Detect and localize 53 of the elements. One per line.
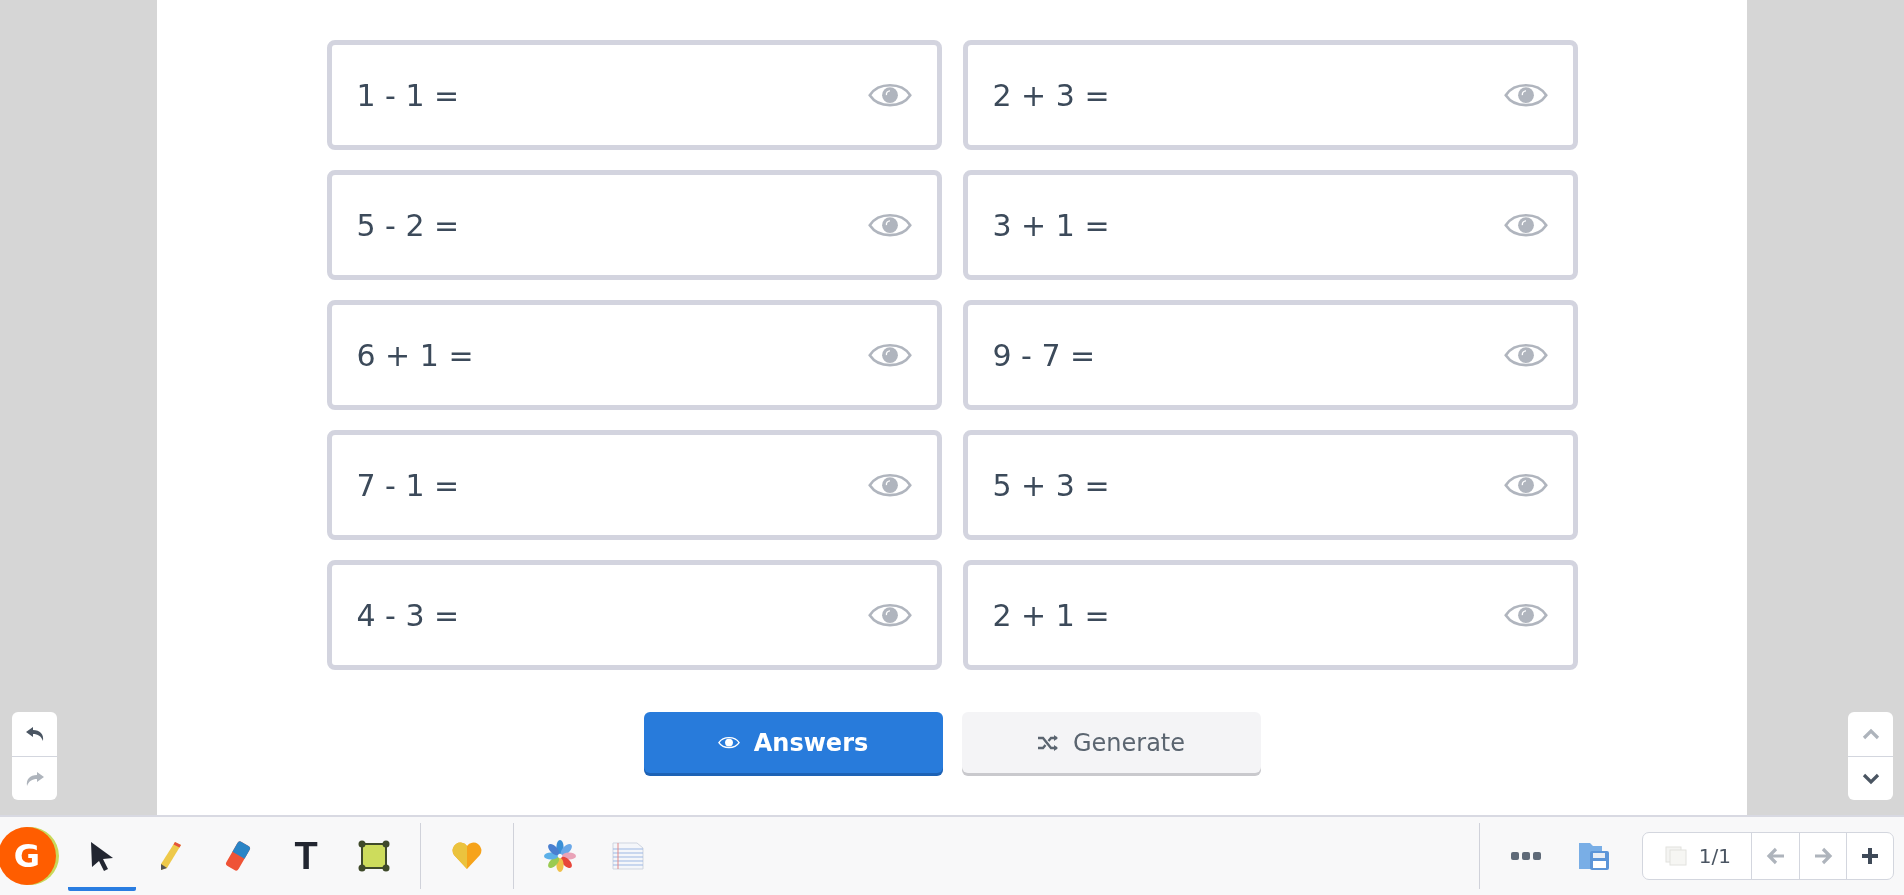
problem-text: 3 + 1 = bbox=[992, 207, 1110, 243]
pages-icon bbox=[1664, 846, 1687, 866]
more-icon bbox=[1510, 852, 1541, 860]
heart-icon bbox=[451, 842, 483, 870]
show-answer-button[interactable] bbox=[1503, 211, 1548, 239]
show-answer-button[interactable] bbox=[1503, 81, 1548, 109]
show-answer-button[interactable] bbox=[1503, 601, 1548, 629]
problem-text: 5 + 3 = bbox=[992, 467, 1110, 503]
problem-text: 2 + 1 = bbox=[992, 597, 1110, 633]
cursor-arrow-icon bbox=[89, 840, 115, 872]
show-answer-button[interactable] bbox=[1503, 341, 1548, 369]
eye-icon bbox=[717, 735, 740, 750]
problem-text: 7 - 1 = bbox=[356, 467, 460, 503]
chevron-down-icon bbox=[1861, 772, 1880, 785]
show-answer-button[interactable] bbox=[1503, 471, 1548, 499]
show-answer-button[interactable] bbox=[867, 341, 912, 369]
page-counter: 1/1 bbox=[1698, 844, 1731, 868]
eye-icon bbox=[867, 341, 912, 369]
show-answer-button[interactable] bbox=[867, 471, 912, 499]
show-answer-button[interactable] bbox=[867, 81, 912, 109]
flower-icon bbox=[544, 840, 576, 872]
eye-icon bbox=[1503, 471, 1548, 499]
arrow-left-icon bbox=[1765, 847, 1786, 865]
problem-text: 9 - 7 = bbox=[992, 337, 1096, 373]
problem-text: 1 - 1 = bbox=[356, 77, 460, 113]
arrow-right-icon bbox=[1813, 847, 1833, 865]
text-tool-label: T bbox=[294, 834, 318, 878]
shape-icon bbox=[358, 840, 390, 872]
eye-icon bbox=[1503, 81, 1548, 109]
problem-text: 4 - 3 = bbox=[356, 597, 460, 633]
notebook-icon bbox=[612, 842, 644, 870]
plus-icon bbox=[1861, 847, 1879, 865]
eye-icon bbox=[867, 601, 912, 629]
eye-icon bbox=[1503, 211, 1548, 239]
generate-button[interactable]: Generate bbox=[961, 712, 1261, 773]
show-answer-button[interactable] bbox=[867, 211, 912, 239]
eye-icon bbox=[867, 211, 912, 239]
problem-text: 6 + 1 = bbox=[356, 337, 474, 373]
eye-icon bbox=[867, 81, 912, 109]
folder-save-icon bbox=[1577, 841, 1610, 871]
answers-button[interactable]: Answers bbox=[643, 712, 943, 773]
logo[interactable]: G bbox=[0, 827, 56, 885]
show-answer-button[interactable] bbox=[867, 601, 912, 629]
tool-button[interactable]: T bbox=[272, 821, 340, 891]
redo-icon bbox=[24, 770, 45, 787]
problem-text: 5 - 2 = bbox=[356, 207, 460, 243]
eye-icon bbox=[1503, 341, 1548, 369]
shuffle-icon bbox=[1036, 733, 1059, 752]
chevron-up-icon bbox=[1861, 728, 1880, 740]
eye-icon bbox=[867, 471, 912, 499]
problem-text: 2 + 3 = bbox=[992, 77, 1110, 113]
eye-icon bbox=[1503, 601, 1548, 629]
undo-icon bbox=[24, 726, 45, 742]
